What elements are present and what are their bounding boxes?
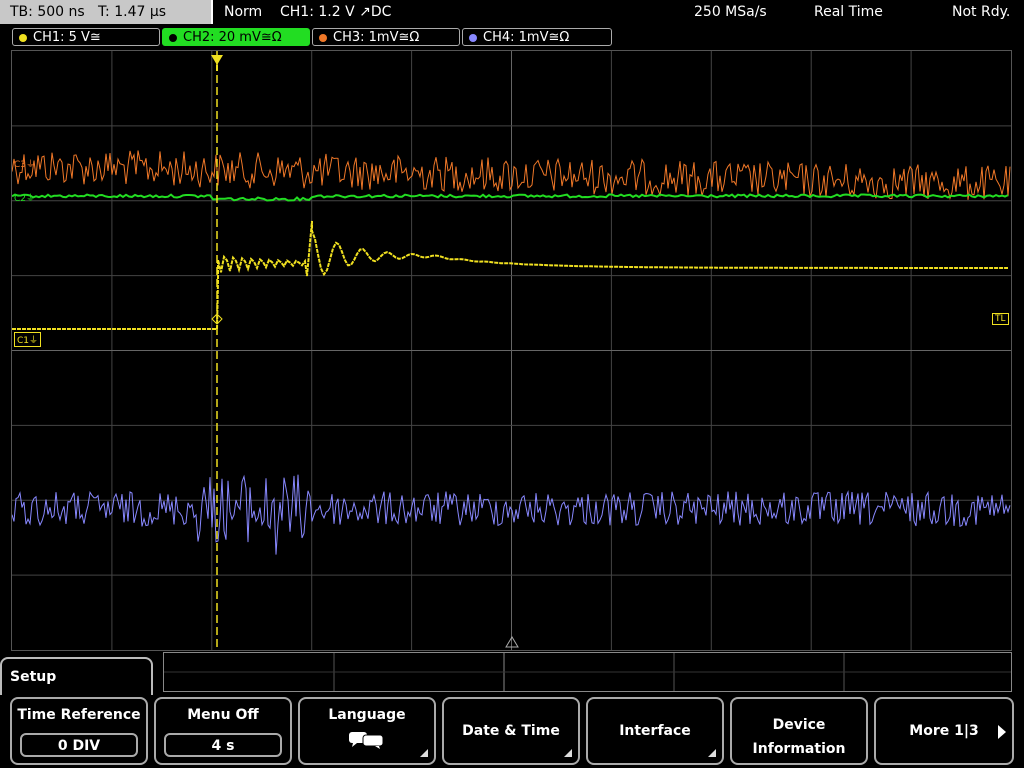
waveform-canvas [12,51,1011,650]
channel-3-button[interactable]: CH3: 1mV≅Ω [312,28,460,46]
time-reference-label: Time Reference [17,707,141,723]
language-softkey[interactable]: Language [298,697,436,765]
status-bar: TB: 500 ns T: 1.47 µs Norm CH1: 1.2 V ↗D… [0,0,1024,25]
interface-softkey[interactable]: Interface [586,697,724,765]
submenu-indicator-icon [420,749,428,757]
time-reference-value: 0 DIV [20,733,138,757]
acquisition-mode-label: Real Time [814,4,883,20]
device-information-line1: Device [772,717,826,733]
channel-2-label: CH2: 20 mV≅Ω [183,30,282,45]
bottom-strip-grid [164,653,1011,691]
channel-3-label: CH3: 1mV≅Ω [333,30,420,45]
more-label: More 1|3 [909,723,979,739]
menu-off-label: Menu Off [187,707,259,723]
interface-label: Interface [619,723,691,739]
speech-bubbles-icon [349,732,384,749]
channel-1-trace [12,220,1008,330]
channel-1-button[interactable]: CH1: 5 V≅ [12,28,160,46]
menu-off-softkey[interactable]: Menu Off 4 s [154,697,292,765]
waveform-display[interactable]: C3⏚ C2⏚ C1⏚ TL [11,50,1012,651]
channel-1-dot-icon [19,34,27,42]
trigger-source-label: CH1: 1.2 V ↗DC [280,4,392,20]
device-information-softkey[interactable]: Device Information [730,697,868,765]
ch1-ground-marker: C1⏚ [14,332,42,347]
softkey-bar: Time Reference 0 DIV Menu Off 4 s Langua… [0,695,1024,768]
channel-2-dot-icon [169,34,177,42]
device-information-line2: Information [752,741,846,757]
trigger-position-icon [211,55,223,65]
channel-4-button[interactable]: CH4: 1mV≅Ω [462,28,612,46]
sample-rate-label: 250 MSa/s [694,4,767,20]
language-label: Language [328,707,406,723]
trigger-time-label: T: 1.47 µs [98,4,167,20]
date-time-softkey[interactable]: Date & Time [442,697,580,765]
channel-2-trace [12,193,1009,202]
trigger-mode-label: Norm [224,4,263,20]
trigger-level-marker[interactable]: TL [992,313,1009,325]
timebase-box[interactable]: TB: 500 ns T: 1.47 µs [0,0,213,24]
channel-3-dot-icon [319,34,327,42]
submenu-indicator-icon [564,749,572,757]
device-information-label: Device Information [732,713,866,761]
timebase-label: TB: 500 ns [10,4,85,20]
more-softkey[interactable]: More 1|3 [874,697,1014,765]
channel-4-dot-icon [469,34,477,42]
time-reference-softkey[interactable]: Time Reference 0 DIV [10,697,148,765]
run-state-label: Not Rdy. [952,4,1011,20]
channel-4-label: CH4: 1mV≅Ω [483,30,570,45]
next-page-arrow-icon [998,725,1006,739]
setup-menu-tab[interactable]: Setup [0,657,153,697]
ch3-ground-marker: C3⏚ [14,160,36,170]
channel-bar: CH1: 5 V≅ CH2: 20 mV≅Ω CH3: 1mV≅Ω CH4: 1… [0,26,1024,48]
submenu-indicator-icon [708,749,716,757]
menu-off-value: 4 s [164,733,282,757]
ch2-ground-marker: C2⏚ [14,194,36,204]
channel-2-button[interactable]: CH2: 20 mV≅Ω [162,28,310,46]
setup-menu-title: Setup [10,669,57,685]
date-time-label: Date & Time [462,723,560,739]
channel-1-label: CH1: 5 V≅ [33,30,101,45]
bottom-info-strip [163,652,1012,692]
